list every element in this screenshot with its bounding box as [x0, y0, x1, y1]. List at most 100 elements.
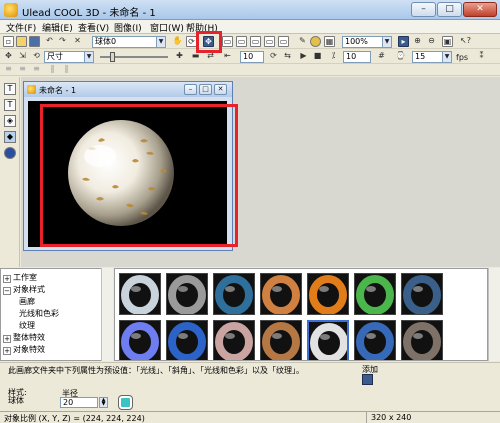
zoom-select[interactable]: 100% ▼	[342, 36, 392, 48]
tree-scrollbar[interactable]	[101, 268, 113, 361]
gallery-thumbnail-ring-white[interactable]	[307, 320, 349, 360]
text-align-left-icon[interactable]: ≡	[3, 64, 14, 75]
help-pointer-icon[interactable]: ↖?	[460, 36, 471, 47]
geometry-icon[interactable]: ◆	[4, 131, 16, 143]
redo-icon[interactable]: ↷	[57, 36, 68, 47]
document-close-button[interactable]: ✕	[214, 84, 227, 95]
tree-item[interactable]: 光线和色彩	[15, 308, 59, 319]
grid-icon[interactable]: ▦	[324, 36, 335, 47]
paint-icon[interactable]: ✎	[297, 36, 308, 47]
document-minimize-button[interactable]: –	[184, 84, 197, 95]
add-to-gallery-icon[interactable]	[362, 374, 373, 385]
open-folder-icon[interactable]	[16, 36, 27, 47]
stop-icon[interactable]: ■	[312, 51, 323, 62]
gallery-thumbnail-ring-sapphire[interactable]	[166, 320, 208, 360]
text-edit-icon[interactable]: T	[4, 99, 16, 111]
shape-tool-2-icon[interactable]: ▭	[236, 36, 247, 47]
move-icon[interactable]: ✥	[3, 51, 14, 62]
gallery-description: 此画廊文件夹中下列属性为预设值：「光线」、「斜角」、「光线和色彩」以及「纹理」。	[8, 366, 304, 375]
bend-icon[interactable]: ⟲	[31, 51, 42, 62]
tree-item-label: 对象特效	[13, 345, 45, 354]
add-keyframe-icon[interactable]: ✚	[174, 51, 185, 62]
scale-icon[interactable]: ⇲	[17, 51, 28, 62]
tree-item[interactable]: 纹理	[15, 320, 35, 331]
light-bulb-icon[interactable]	[310, 36, 321, 47]
shape-tool-5-icon[interactable]: ▭	[278, 36, 289, 47]
delete-icon[interactable]: ✕	[72, 36, 83, 47]
sphere-insert-icon[interactable]	[4, 147, 16, 159]
object-select[interactable]: 球体0 ▼	[92, 36, 166, 48]
document-maximize-button[interactable]: □	[199, 84, 212, 95]
gallery-thumbnail-ring-cobalt[interactable]	[354, 320, 396, 360]
gallery-scrollbar[interactable]	[488, 268, 500, 361]
save-disk-icon[interactable]	[29, 36, 40, 47]
expand-icon[interactable]: +	[3, 347, 11, 355]
maximize-button[interactable]: □	[437, 2, 462, 17]
shape-tool-icon[interactable]: ▭	[222, 36, 233, 47]
menu-image[interactable]: 图像(I)	[114, 21, 142, 34]
menu-file[interactable]: 文件(F)	[6, 21, 36, 34]
text-spacing-icon[interactable]: ‖	[61, 64, 72, 75]
expand-icon[interactable]: +	[3, 335, 11, 343]
first-frame-icon[interactable]: ⇤	[222, 51, 233, 62]
ring-preview-icon	[168, 275, 206, 314]
shape-tool-3-icon[interactable]: ▭	[250, 36, 261, 47]
undo-icon[interactable]: ↶	[44, 36, 55, 47]
gallery-thumbnail-ring-copper[interactable]	[260, 273, 302, 315]
zoom-out-icon[interactable]: ⊖	[426, 36, 437, 47]
ring-preview-icon	[262, 322, 300, 360]
chevron-down-icon: ▼	[156, 37, 165, 47]
text-align-right-icon[interactable]: ≡	[31, 64, 42, 75]
total-frames-input[interactable]: 10	[343, 51, 371, 63]
radius-input[interactable]: 20	[60, 397, 98, 408]
gallery-thumbnail-ring-green[interactable]	[354, 273, 396, 315]
gallery-thumbnail-ring-stone[interactable]	[166, 273, 208, 315]
minimize-button[interactable]: –	[411, 2, 436, 17]
zoom-in-icon[interactable]: ⊕	[412, 36, 423, 47]
gallery-thumbnail-ring-orange[interactable]	[307, 273, 349, 315]
tween-icon[interactable]: ⁒	[328, 51, 339, 62]
fps-select[interactable]: 15 ▼	[412, 51, 452, 63]
gallery-thumbnail-ring-wood[interactable]	[260, 320, 302, 360]
time-icon[interactable]: ⌚	[395, 51, 406, 62]
gallery-thumbnail-ring-blue-marble[interactable]	[213, 273, 255, 315]
expand-icon[interactable]: +	[3, 275, 11, 283]
canvas-size-readout: 320 x 240	[366, 412, 446, 423]
gallery-thumbnail-ring-dark-blue[interactable]	[401, 273, 443, 315]
hand-pan-icon[interactable]: ✋	[172, 36, 183, 47]
color-swatch-button[interactable]	[118, 395, 133, 410]
frame-input[interactable]: 10	[240, 51, 264, 63]
preview-icon[interactable]: ▣	[442, 36, 453, 47]
menu-view[interactable]: 查看(V)	[78, 21, 109, 34]
frame-counter-icon[interactable]: #	[376, 51, 387, 62]
timeline-thumb[interactable]	[110, 52, 115, 62]
loop-icon[interactable]: ⟳	[268, 51, 279, 62]
shape-insert-icon[interactable]: ◈	[4, 115, 16, 127]
new-file-icon[interactable]: ▫	[3, 36, 14, 47]
tree-item[interactable]: − 对象样式	[3, 284, 45, 295]
property-select[interactable]: 尺寸 ▼	[44, 51, 94, 63]
tree-item[interactable]: + 工作室	[3, 272, 37, 283]
close-button[interactable]: ✕	[463, 2, 497, 17]
gallery-thumbnail-ring-purple[interactable]	[119, 320, 161, 360]
play-icon[interactable]: ▶	[298, 51, 309, 62]
gallery-thumbnail-ring-chrome[interactable]	[119, 273, 161, 315]
text-kerning-icon[interactable]: ‖	[47, 64, 58, 75]
tree-item[interactable]: + 整体特效	[3, 332, 45, 343]
collapse-icon[interactable]: −	[3, 287, 11, 295]
gallery-thumbnail-ring-granite[interactable]	[401, 320, 443, 360]
text-align-center-icon[interactable]: ≡	[17, 64, 28, 75]
menu-edit[interactable]: 编辑(E)	[42, 21, 73, 34]
tree-item[interactable]: 画廊	[15, 296, 35, 307]
status-text: 对象比例 (X, Y, Z) = (224, 224, 224)	[4, 414, 145, 423]
menu-window[interactable]: 窗口(W)	[150, 21, 184, 34]
radius-stepper[interactable]: ▲ ▼	[99, 397, 108, 408]
ping-pong-icon[interactable]: ⇆	[282, 51, 293, 62]
text-toolbar: ≡ ≡ ≡ ‖ ‖	[0, 64, 500, 76]
sequence-icon[interactable]: ⁑	[476, 51, 487, 62]
text-tool-icon[interactable]: T	[4, 83, 16, 95]
shape-tool-4-icon[interactable]: ▭	[264, 36, 275, 47]
render-icon[interactable]: ▸	[398, 36, 409, 47]
gallery-thumbnail-ring-pink-marble[interactable]	[213, 320, 255, 360]
tree-item[interactable]: + 对象特效	[3, 344, 45, 355]
